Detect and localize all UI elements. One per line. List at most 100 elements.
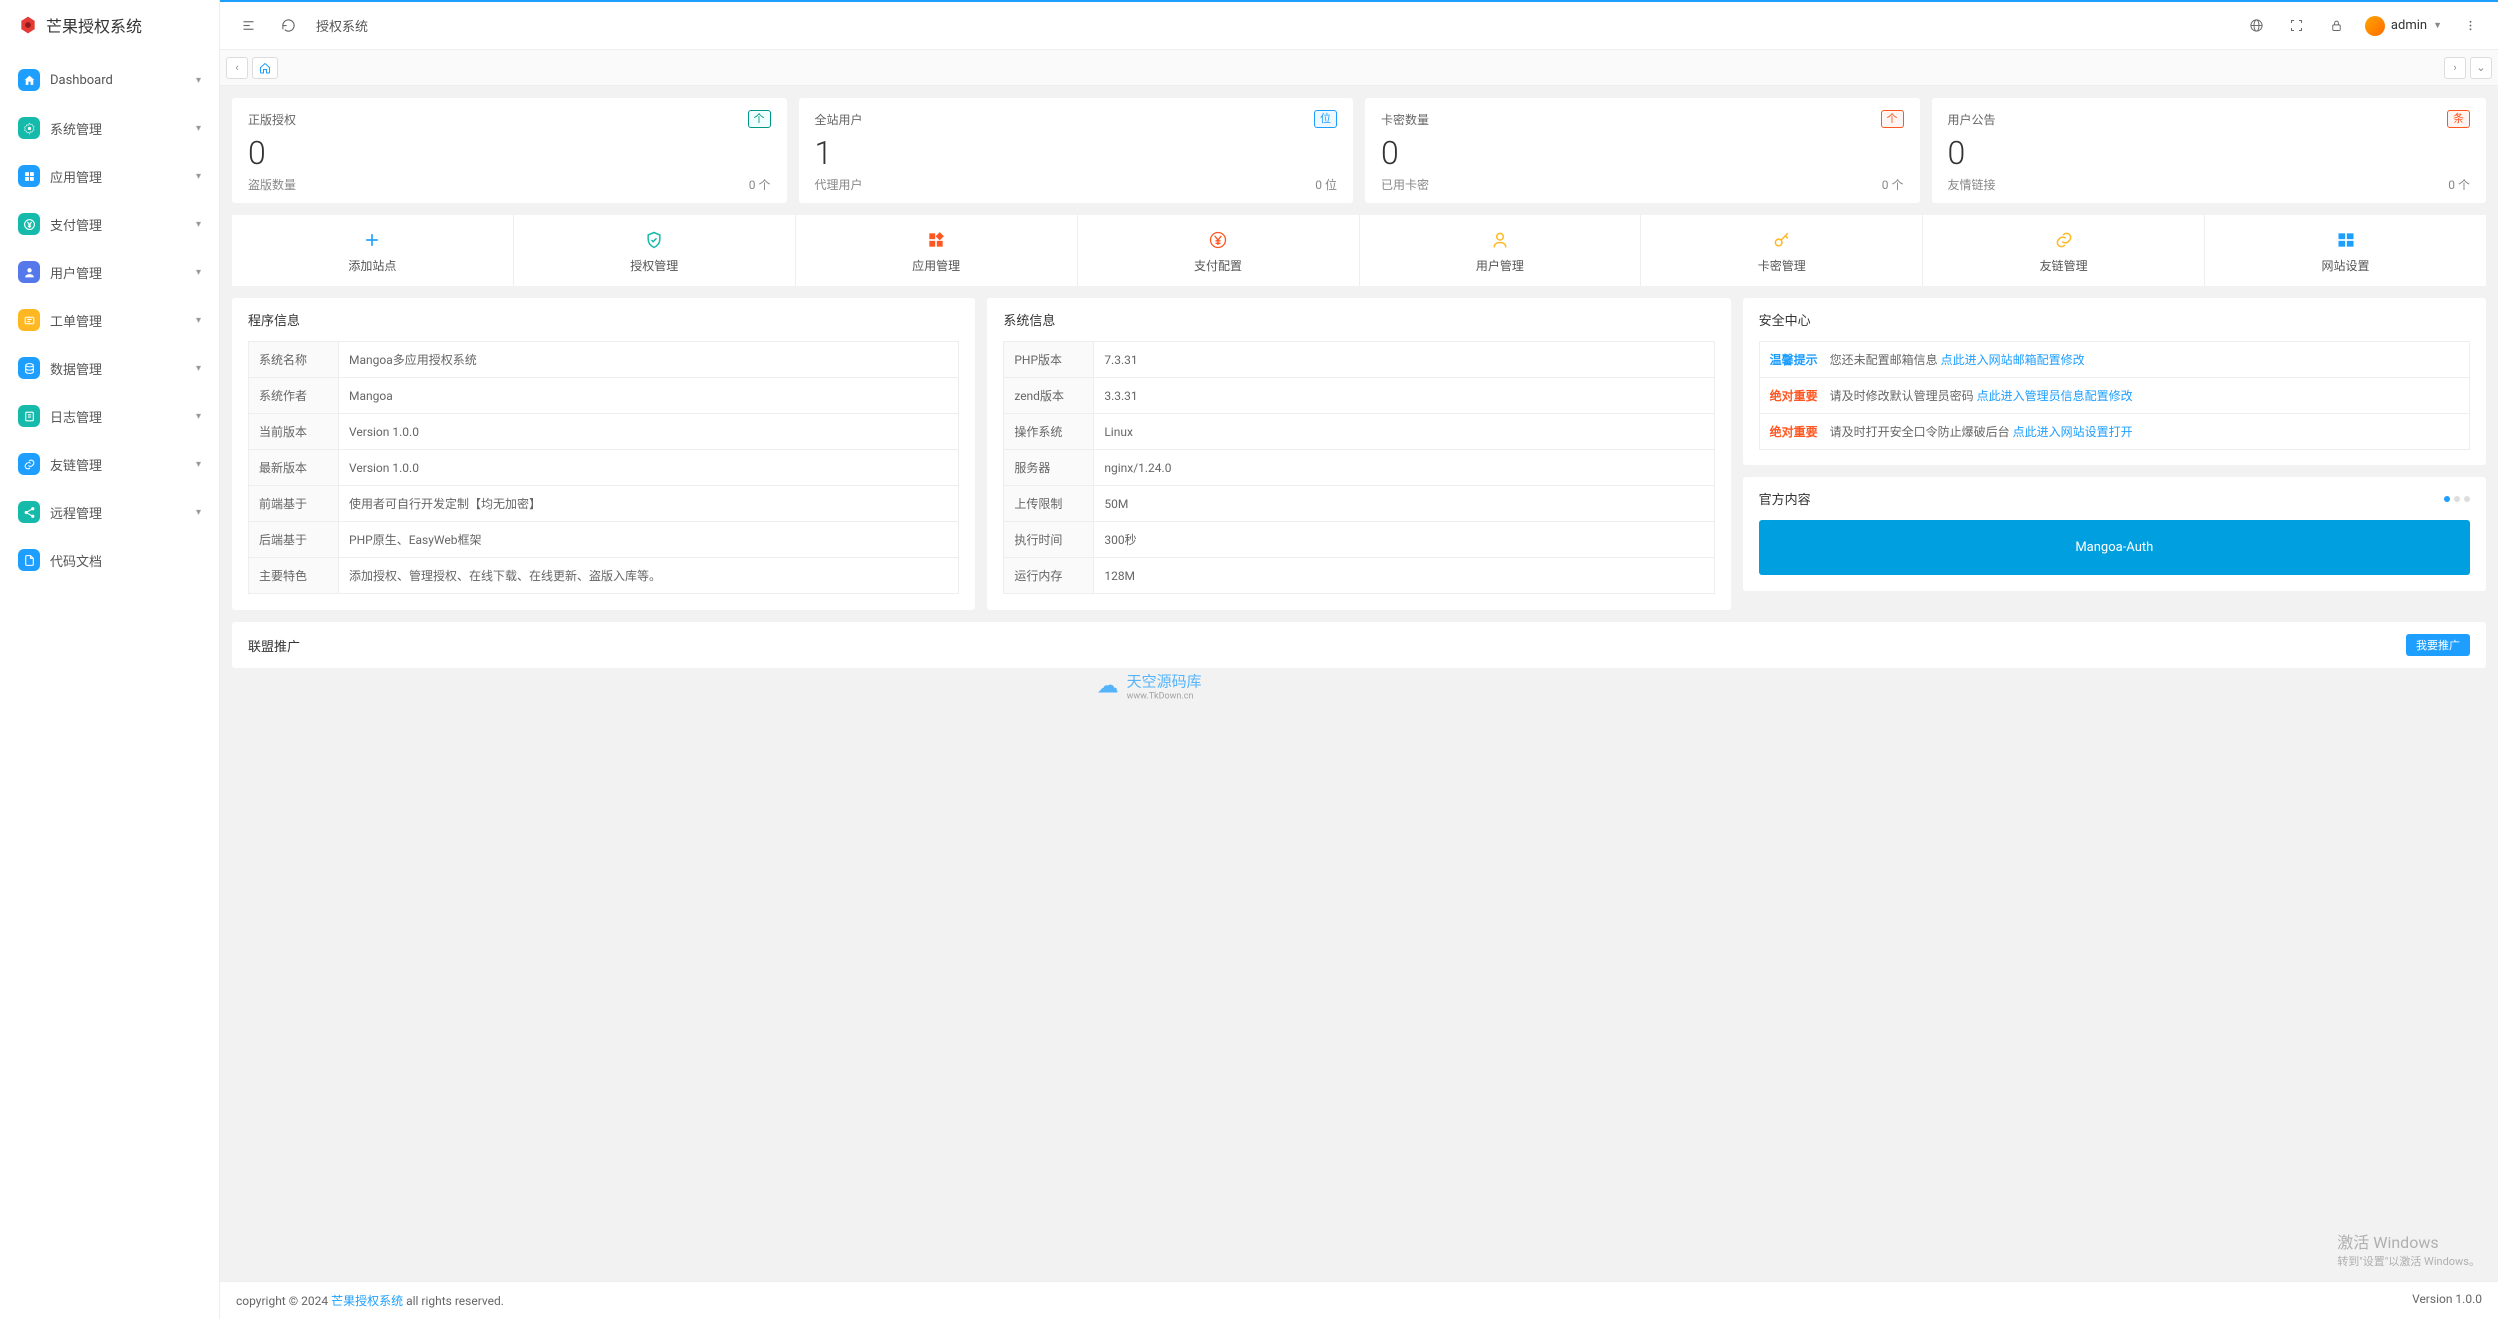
security-row: 绝对重要请及时打开安全口令防止爆破后台 点此进入网站设置打开 <box>1759 413 2470 450</box>
windows-icon <box>2335 229 2357 251</box>
tab-prev-button[interactable]: ‹ <box>226 57 248 79</box>
quick-action-2[interactable]: 应用管理 <box>796 215 1077 286</box>
chevron-down-icon: ▾ <box>196 123 201 134</box>
sidebar-item-2[interactable]: 应用管理 ▾ <box>0 152 219 200</box>
info-value: Version 1.0.0 <box>339 450 959 486</box>
table-row: 运行内存128M <box>1004 558 1714 594</box>
table-row: 最新版本Version 1.0.0 <box>249 450 959 486</box>
security-text: 请及时打开安全口令防止爆破后台 点此进入网站设置打开 <box>1830 423 2133 440</box>
tab-next-button[interactable]: › <box>2444 57 2466 79</box>
stat-card-2: 卡密数量个 0 已用卡密0 个 <box>1365 98 1920 203</box>
quick-action-6[interactable]: 友链管理 <box>1923 215 2204 286</box>
grid-icon <box>925 229 947 251</box>
quick-label: 网站设置 <box>2322 257 2370 274</box>
fullscreen-icon[interactable] <box>2285 14 2309 38</box>
shield-icon <box>643 229 665 251</box>
info-key: 操作系统 <box>1004 414 1094 450</box>
globe-icon[interactable] <box>2245 14 2269 38</box>
stat-card-0: 正版授权个 0 盗版数量0 个 <box>232 98 787 203</box>
share-icon <box>18 501 40 523</box>
sidebar-item-9[interactable]: 远程管理 ▾ <box>0 488 219 536</box>
promo-button[interactable]: 我要推广 <box>2406 634 2470 656</box>
stat-subvalue: 0 位 <box>1315 176 1337 193</box>
quick-action-5[interactable]: 卡密管理 <box>1641 215 1922 286</box>
security-label: 温馨提示 <box>1770 351 1818 368</box>
plus-icon <box>361 229 383 251</box>
info-value: PHP原生、EasyWeb框架 <box>339 522 959 558</box>
security-link[interactable]: 点此进入管理员信息配置修改 <box>1977 389 2133 403</box>
sidebar-item-0[interactable]: Dashboard ▾ <box>0 56 219 104</box>
quick-label: 支付配置 <box>1194 257 1242 274</box>
user-menu[interactable]: admin ▼ <box>2365 16 2442 36</box>
tabbar: ‹ › ⌄ <box>220 50 2498 86</box>
more-icon[interactable] <box>2458 14 2482 38</box>
stat-badge: 条 <box>2447 110 2470 128</box>
tab-home[interactable] <box>252 57 278 79</box>
chevron-down-icon: ▾ <box>196 315 201 326</box>
footer-brand-link[interactable]: 芒果授权系统 <box>331 1294 403 1308</box>
menu-toggle-icon[interactable] <box>236 14 260 38</box>
app-icon <box>18 165 40 187</box>
official-banner[interactable]: Mangoa-Auth <box>1759 520 2470 575</box>
program-info-title: 程序信息 <box>248 310 300 329</box>
table-row: 系统名称Mangoa多应用授权系统 <box>249 342 959 378</box>
home-icon <box>18 69 40 91</box>
yen-icon <box>1207 229 1229 251</box>
gear-icon <box>18 117 40 139</box>
sidebar-item-4[interactable]: 用户管理 ▾ <box>0 248 219 296</box>
info-key: 最新版本 <box>249 450 339 486</box>
chevron-down-icon: ▾ <box>196 219 201 230</box>
content: 正版授权个 0 盗版数量0 个全站用户位 1 代理用户0 位卡密数量个 0 已用… <box>220 86 2498 1281</box>
security-link[interactable]: 点此进入网站邮箱配置修改 <box>1941 353 2085 367</box>
stat-sublabel: 代理用户 <box>815 176 863 193</box>
info-value: 添加授权、管理授权、在线下载、在线更新、盗版入库等。 <box>339 558 959 594</box>
quick-action-1[interactable]: 授权管理 <box>514 215 795 286</box>
quick-action-3[interactable]: 支付配置 <box>1078 215 1359 286</box>
table-row: zend版本3.3.31 <box>1004 378 1714 414</box>
stat-value: 0 <box>248 134 771 172</box>
info-key: 后端基于 <box>249 522 339 558</box>
quick-label: 卡密管理 <box>1758 257 1806 274</box>
key-icon <box>1771 229 1793 251</box>
quick-action-7[interactable]: 网站设置 <box>2205 215 2486 286</box>
security-link[interactable]: 点此进入网站设置打开 <box>2013 425 2133 439</box>
sidebar-item-7[interactable]: 日志管理 ▾ <box>0 392 219 440</box>
info-key: zend版本 <box>1004 378 1094 414</box>
info-key: 前端基于 <box>249 486 339 522</box>
info-key: 服务器 <box>1004 450 1094 486</box>
lock-icon[interactable] <box>2325 14 2349 38</box>
official-title: 官方内容 <box>1759 489 1811 508</box>
info-value: 50M <box>1094 486 1714 522</box>
program-info-table: 系统名称Mangoa多应用授权系统系统作者Mangoa当前版本Version 1… <box>248 341 959 594</box>
sidebar-item-5[interactable]: 工单管理 ▾ <box>0 296 219 344</box>
table-row: 操作系统Linux <box>1004 414 1714 450</box>
quick-action-0[interactable]: 添加站点 <box>232 215 513 286</box>
breadcrumb: 授权系统 <box>316 16 368 35</box>
security-card: 安全中心 温馨提示您还未配置邮箱信息 点此进入网站邮箱配置修改绝对重要请及时修改… <box>1743 298 2486 465</box>
right-column: 安全中心 温馨提示您还未配置邮箱信息 点此进入网站邮箱配置修改绝对重要请及时修改… <box>1743 298 2486 610</box>
user-icon <box>1489 229 1511 251</box>
sidebar-item-1[interactable]: 系统管理 ▾ <box>0 104 219 152</box>
sidebar-item-label: 系统管理 <box>50 119 186 138</box>
info-key: 运行内存 <box>1004 558 1094 594</box>
carousel-dots[interactable] <box>2444 496 2470 502</box>
sidebar-item-10[interactable]: 代码文档 <box>0 536 219 584</box>
header: 授权系统 admin ▼ <box>220 0 2498 50</box>
sidebar-item-6[interactable]: 数据管理 ▾ <box>0 344 219 392</box>
sidebar-item-label: 工单管理 <box>50 311 186 330</box>
chevron-down-icon: ▾ <box>196 171 201 182</box>
info-value: 7.3.31 <box>1094 342 1714 378</box>
refresh-icon[interactable] <box>276 14 300 38</box>
security-label: 绝对重要 <box>1770 387 1818 404</box>
table-row: 服务器nginx/1.24.0 <box>1004 450 1714 486</box>
stat-sublabel: 盗版数量 <box>248 176 296 193</box>
quick-action-4[interactable]: 用户管理 <box>1360 215 1641 286</box>
info-value: Mangoa多应用授权系统 <box>339 342 959 378</box>
info-value: nginx/1.24.0 <box>1094 450 1714 486</box>
quick-label: 用户管理 <box>1476 257 1524 274</box>
security-text: 您还未配置邮箱信息 点此进入网站邮箱配置修改 <box>1830 351 2085 368</box>
info-row: 程序信息 系统名称Mangoa多应用授权系统系统作者Mangoa当前版本Vers… <box>232 298 2486 610</box>
sidebar-item-8[interactable]: 友链管理 ▾ <box>0 440 219 488</box>
tab-dropdown-button[interactable]: ⌄ <box>2470 57 2492 79</box>
sidebar-item-3[interactable]: 支付管理 ▾ <box>0 200 219 248</box>
